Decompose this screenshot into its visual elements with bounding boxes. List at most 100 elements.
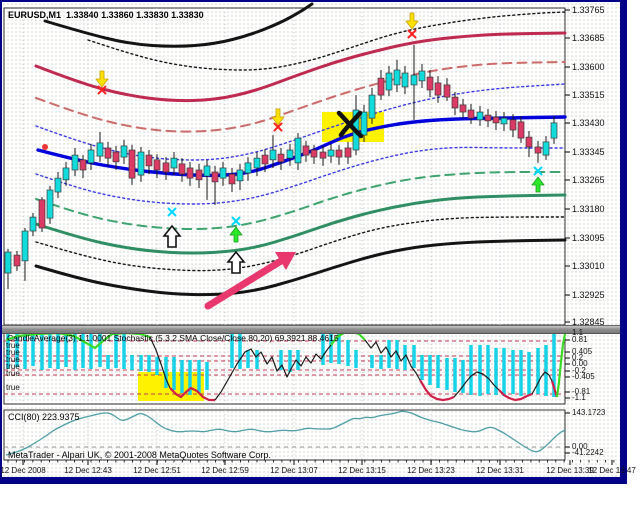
candle-body	[319, 151, 327, 159]
time-axis-label: 12 Dec 12:59	[201, 466, 249, 475]
blue-ma-thick-band-line	[36, 115, 567, 178]
red-dot-marker	[42, 144, 48, 150]
candle-body	[534, 146, 542, 154]
candle-body	[253, 157, 261, 169]
candle-body	[500, 117, 508, 125]
candle-body	[211, 171, 219, 183]
stoch-line-segment	[555, 333, 567, 398]
time-axis-label: 12 Dec 13:15	[338, 466, 386, 475]
price-scale-label: 1.33685	[572, 33, 605, 43]
candle-body	[112, 151, 120, 163]
stoch-true-label: true	[6, 369, 20, 378]
upper-crimson-thick-band-line	[34, 31, 567, 103]
stoch-scale-label: 0.81	[572, 335, 588, 344]
yellow-down-arrow-icon	[405, 12, 419, 30]
candle-body	[277, 153, 285, 163]
window-frame-bottom	[0, 477, 627, 484]
candle-body	[542, 141, 550, 156]
candle-body	[302, 145, 310, 156]
stoch-line-segment	[531, 371, 553, 395]
price-scale-label: 1.33345	[572, 147, 605, 157]
candle-body	[29, 216, 37, 232]
cci-scale-label: -41.2242	[572, 448, 604, 457]
candle-body	[38, 199, 46, 229]
cci-line	[5, 410, 566, 456]
candle-body	[219, 167, 227, 179]
candle-body	[261, 154, 269, 165]
yellow-down-arrow-icon	[271, 108, 285, 126]
candle-body	[467, 109, 475, 119]
candle-body	[203, 165, 211, 177]
candle-body	[451, 96, 459, 109]
candle-body	[162, 162, 170, 173]
symbol-period-label: EURUSD,M1	[8, 10, 62, 20]
price-scale-label: 1.32925	[572, 290, 605, 300]
candle-body	[418, 70, 426, 82]
candle-body	[525, 136, 533, 148]
price-scale-label: 1.33600	[572, 62, 605, 72]
price-scale-label: 1.33010	[572, 261, 605, 271]
candle-body	[344, 147, 352, 158]
candle-body	[492, 116, 500, 124]
candle-body	[550, 122, 558, 139]
stoch-line-segment	[453, 371, 500, 398]
candle-body	[62, 167, 70, 181]
candle-body	[228, 173, 236, 185]
candle-body	[393, 69, 401, 86]
window-frame-top	[0, 0, 627, 2]
chart-canvas	[3, 2, 615, 465]
candle-body	[137, 151, 145, 176]
time-axis-label: 12 Dec 13:47	[588, 466, 636, 475]
price-scale-label: 1.33265	[572, 175, 605, 185]
candle-body	[178, 163, 186, 175]
candle-body	[46, 189, 54, 219]
stochastic-pane-title: CandleAverage(3) 1.1.0001 Stochastic (5,…	[7, 333, 339, 343]
ohlc-quotes-label: 1.33840 1.33860 1.33830 1.33830	[66, 10, 204, 20]
pane-divider[interactable]	[2, 325, 620, 334]
time-axis-label: 12 Dec 12:51	[133, 466, 181, 475]
candle-body	[286, 149, 294, 159]
main-pane-border	[3, 7, 566, 326]
price-scale-label: 1.32845	[572, 317, 605, 327]
candle-body	[327, 149, 335, 157]
price-scale-label: 1.33180	[572, 204, 605, 214]
lower-green-longdash-band-line	[35, 171, 566, 231]
candle-body	[54, 177, 62, 193]
stoch-scale-label: -0.405	[572, 372, 595, 381]
candle-body	[79, 159, 87, 171]
candle-body	[443, 84, 451, 98]
candle-body	[476, 111, 484, 121]
candle-body	[517, 121, 525, 139]
candle-body	[236, 169, 244, 182]
candle-body	[21, 230, 29, 262]
candle-body	[195, 169, 203, 181]
price-scale-label: 1.33515	[572, 90, 605, 100]
time-axis-label: 12 Dec 13:07	[270, 466, 318, 475]
candle-body	[104, 147, 112, 159]
chart-title: EURUSD,M1 1.33840 1.33860 1.33830 1.3383…	[8, 10, 204, 20]
candle-body	[310, 149, 318, 158]
time-axis-label: 12 Dec 2008	[0, 466, 46, 475]
window-frame-right	[620, 0, 627, 484]
candle-body	[426, 76, 434, 91]
price-scale-label: 1.33430	[572, 118, 605, 128]
green-up-arrow-icon	[531, 176, 545, 193]
lower-black-thick-band-line	[34, 238, 567, 297]
candle-body	[377, 77, 385, 96]
candle-body	[71, 154, 79, 171]
candle-body	[368, 94, 376, 119]
footer-credit: MetaTrader - Alpari UK, © 2001-2008 Meta…	[8, 450, 271, 460]
candle-body	[128, 149, 136, 179]
candle-body	[13, 254, 21, 267]
metatrader-chart-window: EURUSD,M1 1.33840 1.33860 1.33830 1.3383…	[0, 0, 640, 512]
stoch-scale-label: -1.1	[572, 393, 586, 402]
cci-pane-title: CCI(80) 223.9375	[8, 412, 80, 422]
time-axis-label: 12 Dec 12:43	[64, 466, 112, 475]
candle-body	[4, 251, 12, 274]
candle-body	[484, 114, 492, 122]
candle-body	[459, 104, 467, 113]
candle-body	[434, 82, 442, 96]
candle-body	[153, 159, 161, 171]
candle-body	[186, 167, 194, 179]
window-frame-left	[0, 0, 2, 484]
